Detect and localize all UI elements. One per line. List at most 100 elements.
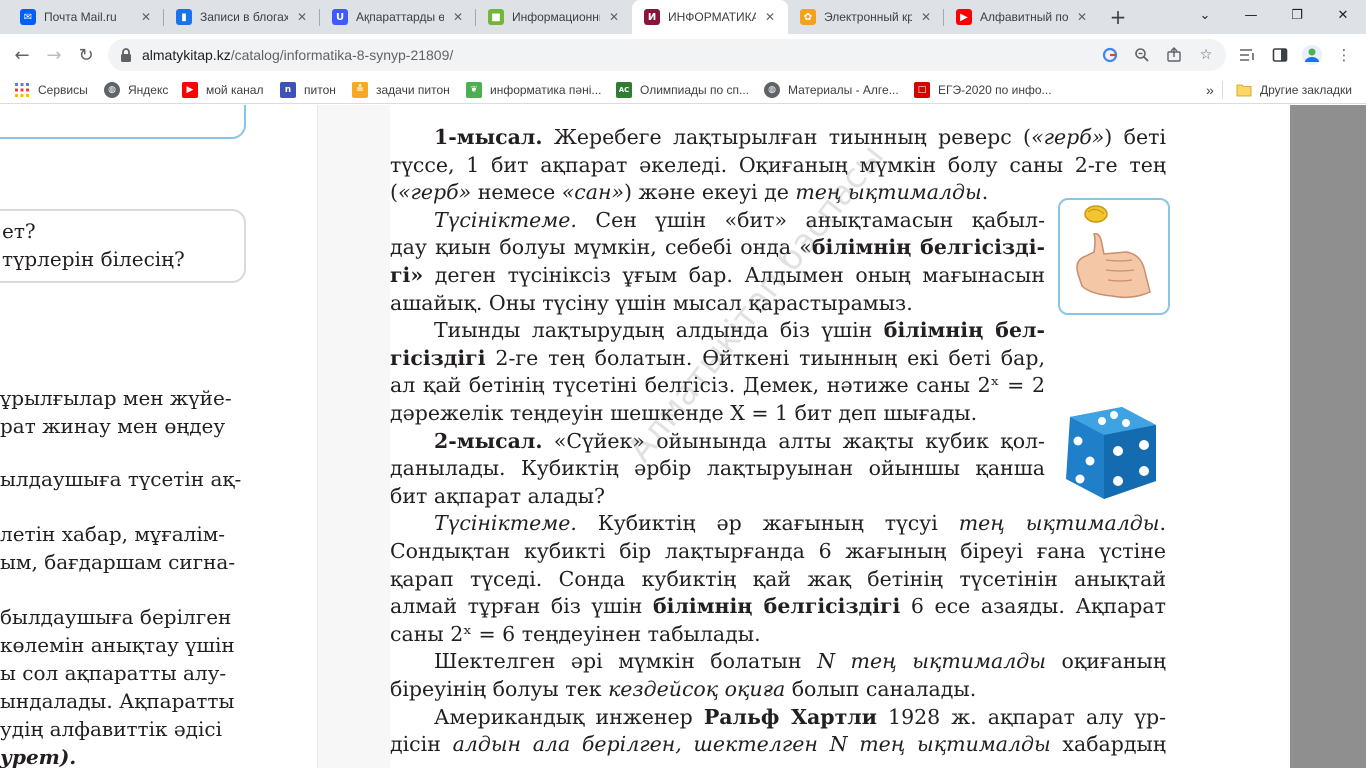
bookmark-informatika-subject[interactable]: ❦ информатика пәні... (466, 81, 601, 99)
dice-illustration (1058, 401, 1162, 505)
bookmark-olympiads[interactable]: AC Олимпиады по сп... (616, 81, 749, 99)
reading-list-icon[interactable] (1236, 43, 1260, 67)
tab-mail[interactable]: ✉ Почта Mail.ru ✕ (8, 0, 164, 34)
left-line: көлемін анықтау үшін (0, 633, 235, 657)
blog-book-icon: ▮ (176, 9, 192, 25)
left-line: рат жинау мен өңдеу (0, 414, 226, 438)
u-logo-icon: U (332, 9, 348, 25)
side-panel-icon[interactable] (1268, 43, 1292, 67)
tab-title: Ақпараттарды өлшеу (356, 10, 444, 24)
bookmark-star-icon[interactable]: ☆ (1196, 45, 1216, 65)
close-icon[interactable]: ✕ (606, 9, 622, 25)
bookmarks-bar: Сервисы ◍ Яндекс ▶ мой канал n питон ≛ з… (0, 76, 1366, 104)
text-line: алмай тұрған біз үшін білімнің белгісізд… (390, 594, 1166, 619)
youtube-icon: ▶ (956, 9, 972, 25)
left-line: ұрылғылар мен жүйе- (0, 386, 232, 410)
text-line: түссе, 1 бит ақпарат әкеледі. Оқиғаның м… (390, 152, 1166, 177)
forward-button[interactable]: → (38, 39, 70, 71)
globe-icon: ◍ (764, 82, 780, 98)
bookmark-label: питон (304, 83, 336, 97)
tab-alphabetic[interactable]: ▶ Алфавитный под ✕ (944, 0, 1100, 34)
right-page: 1-мысал. Жеребеге лақтырылған тиынның ре… (390, 105, 1290, 768)
red-square-icon: □ (914, 82, 930, 98)
left-line: ым, бағдаршам сигна- (0, 550, 236, 574)
arrow-left-icon: ← (14, 44, 30, 66)
close-icon[interactable]: ✕ (294, 9, 310, 25)
apps-grid-icon (14, 82, 30, 98)
question-bubble: ет? түрлерін білесің? (0, 209, 246, 283)
url-path: /catalog/informatika-8-synyp-21809/ (230, 47, 454, 63)
tab-title: Алфавитный под (980, 10, 1068, 24)
lock-icon[interactable] (118, 47, 134, 63)
text-line: біреуінің болуы тек кездейсоқ оқиға болы… (390, 677, 977, 701)
minimize-button[interactable]: — (1228, 0, 1274, 30)
text-line: Американдық инженер Ральф Хартли 1928 ж.… (434, 704, 1167, 729)
menu-kebab-icon[interactable]: ⋮ (1332, 43, 1356, 67)
text-line: дау қиын болуы мүмкін, себебі онда «білі… (390, 235, 1045, 260)
tab-measure-info[interactable]: U Ақпараттарды өлшеу ✕ (320, 0, 476, 34)
coin-toss-illustration (1058, 198, 1170, 315)
tab-informatika[interactable]: И ИНФОРМАТИКА ✕ (632, 0, 788, 34)
bookmark-ege[interactable]: □ ЕГЭ-2020 по инфо... (914, 81, 1052, 99)
arrow-right-icon: → (46, 44, 62, 66)
google-translate-icon[interactable] (1100, 45, 1120, 65)
text-line: Түсініктеме. Кубиктің әр жағының түсуі т… (434, 511, 1166, 536)
viewer-background (1290, 105, 1366, 768)
tab-information[interactable]: ■ Информационные ✕ (476, 0, 632, 34)
acmp-icon: AC (616, 82, 632, 98)
close-icon[interactable]: ✕ (138, 9, 154, 25)
close-icon[interactable]: ✕ (1074, 9, 1090, 25)
tab-electronic[interactable]: ✿ Электронный кр ✕ (788, 0, 944, 34)
new-tab-button[interactable]: + (1106, 5, 1130, 29)
tab-title: ИНФОРМАТИКА (668, 10, 756, 24)
question-bubble-top (0, 105, 246, 139)
bookmark-label: ЕГЭ-2020 по инфо... (938, 83, 1052, 97)
leaf-icon: ❦ (466, 82, 482, 98)
green-square-icon: ■ (488, 9, 504, 25)
address-bar[interactable]: almatykitap.kz/catalog/informatika-8-syn… (108, 39, 1226, 71)
book-viewer: ет? түрлерін білесің? ұрылғылар мен жүйе… (0, 105, 1366, 768)
bookmark-materials[interactable]: ◍ Материалы - Алге... (764, 81, 899, 99)
bookmark-label: мой канал (206, 83, 264, 97)
close-icon[interactable]: ✕ (450, 9, 466, 25)
bookmarks-overflow-button[interactable]: » (1206, 81, 1214, 99)
tab-search-button[interactable]: ⌄ (1182, 0, 1228, 30)
bookmark-services[interactable]: Сервисы (14, 81, 88, 99)
reload-button[interactable]: ↻ (70, 39, 102, 71)
text-line: 2-мысал. «Сүйек» ойынында алты жақты куб… (434, 428, 1045, 453)
bookmark-python[interactable]: n питон (280, 81, 336, 99)
profile-avatar-icon[interactable] (1300, 43, 1324, 67)
bookmark-yandex[interactable]: ◍ Яндекс (104, 81, 168, 99)
reload-icon: ↻ (78, 44, 94, 66)
text-line: қарап түседі. Сонда кубиктің қай жақ бет… (390, 566, 1166, 591)
bookmark-my-channel[interactable]: ▶ мой канал (182, 81, 263, 99)
folder-icon (1236, 82, 1252, 98)
share-icon[interactable] (1164, 45, 1184, 65)
bookmark-label: Материалы - Алге... (788, 83, 899, 97)
close-icon[interactable]: ✕ (762, 9, 778, 25)
back-button[interactable]: ← (6, 39, 38, 71)
left-line: урет). (0, 745, 77, 768)
thumb-coin-icon (1076, 205, 1151, 299)
bookmark-python-tasks[interactable]: ≛ задачи питон (352, 81, 450, 99)
left-line: удің алфавиттік әдісі (0, 717, 222, 741)
restore-button[interactable]: ❐ (1274, 0, 1320, 30)
tab-blogs[interactable]: ▮ Записи в блогах ✕ (164, 0, 320, 34)
tab-title: Информационные (512, 10, 600, 24)
left-page: ет? түрлерін білесің? ұрылғылар мен жүйе… (0, 105, 318, 768)
page-gutter (318, 105, 390, 768)
textbook-icon: И (644, 9, 660, 25)
tab-title: Почта Mail.ru (44, 10, 117, 24)
close-icon[interactable]: ✕ (918, 9, 934, 25)
close-window-button[interactable]: ✕ (1320, 0, 1366, 30)
bookmark-label: Яндекс (128, 83, 169, 97)
left-line: ындалады. Ақпаратты (0, 689, 235, 713)
bookmarks-divider (1222, 81, 1223, 99)
left-line: летін хабар, мұғалім- (0, 522, 226, 546)
text-line: 1-мысал. Жеребеге лақтырылған тиынның ре… (434, 125, 1167, 149)
left-line: түрлерін білесің? (2, 247, 185, 271)
url-text[interactable]: almatykitap.kz/catalog/informatika-8-syn… (142, 47, 453, 63)
other-bookmarks[interactable]: Другие закладки (1236, 81, 1352, 99)
text-line: гі» деген түсініксіз ұғым бар. Алдымен о… (390, 263, 1045, 287)
zoom-icon[interactable] (1132, 45, 1152, 65)
